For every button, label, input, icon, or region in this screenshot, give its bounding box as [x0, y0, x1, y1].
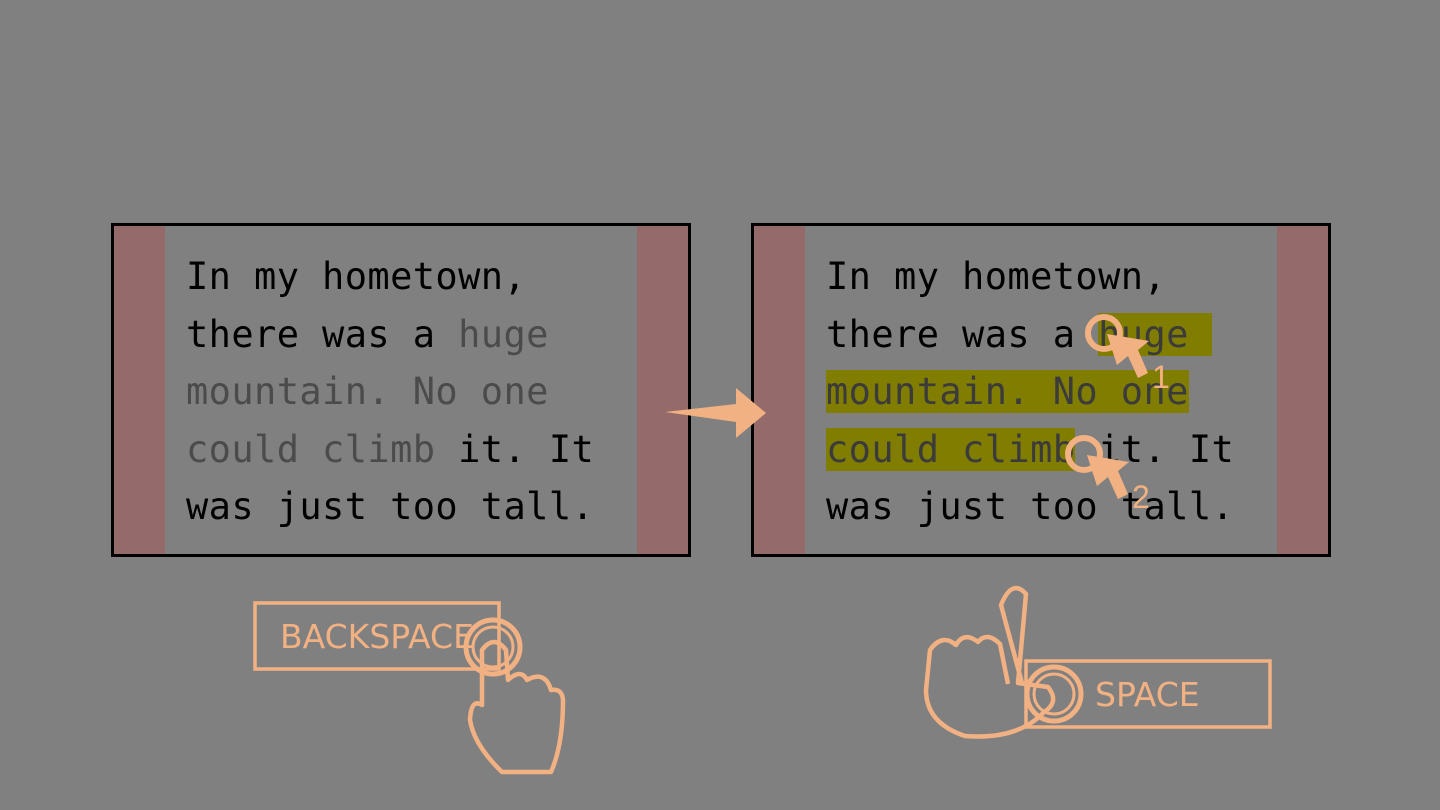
space-key-label: SPACE: [1095, 675, 1200, 714]
right-arrow-icon: [665, 388, 766, 438]
marker-1-label: 1: [1152, 359, 1170, 395]
cursor-arrow-icon: [1107, 334, 1149, 378]
cursor-arrow-icon: [1087, 455, 1129, 499]
backspace-key-label: BACKSPACE: [280, 617, 474, 656]
annotation-overlay: 1 2: [253, 314, 1272, 775]
marker-2-label: 2: [1132, 479, 1150, 515]
